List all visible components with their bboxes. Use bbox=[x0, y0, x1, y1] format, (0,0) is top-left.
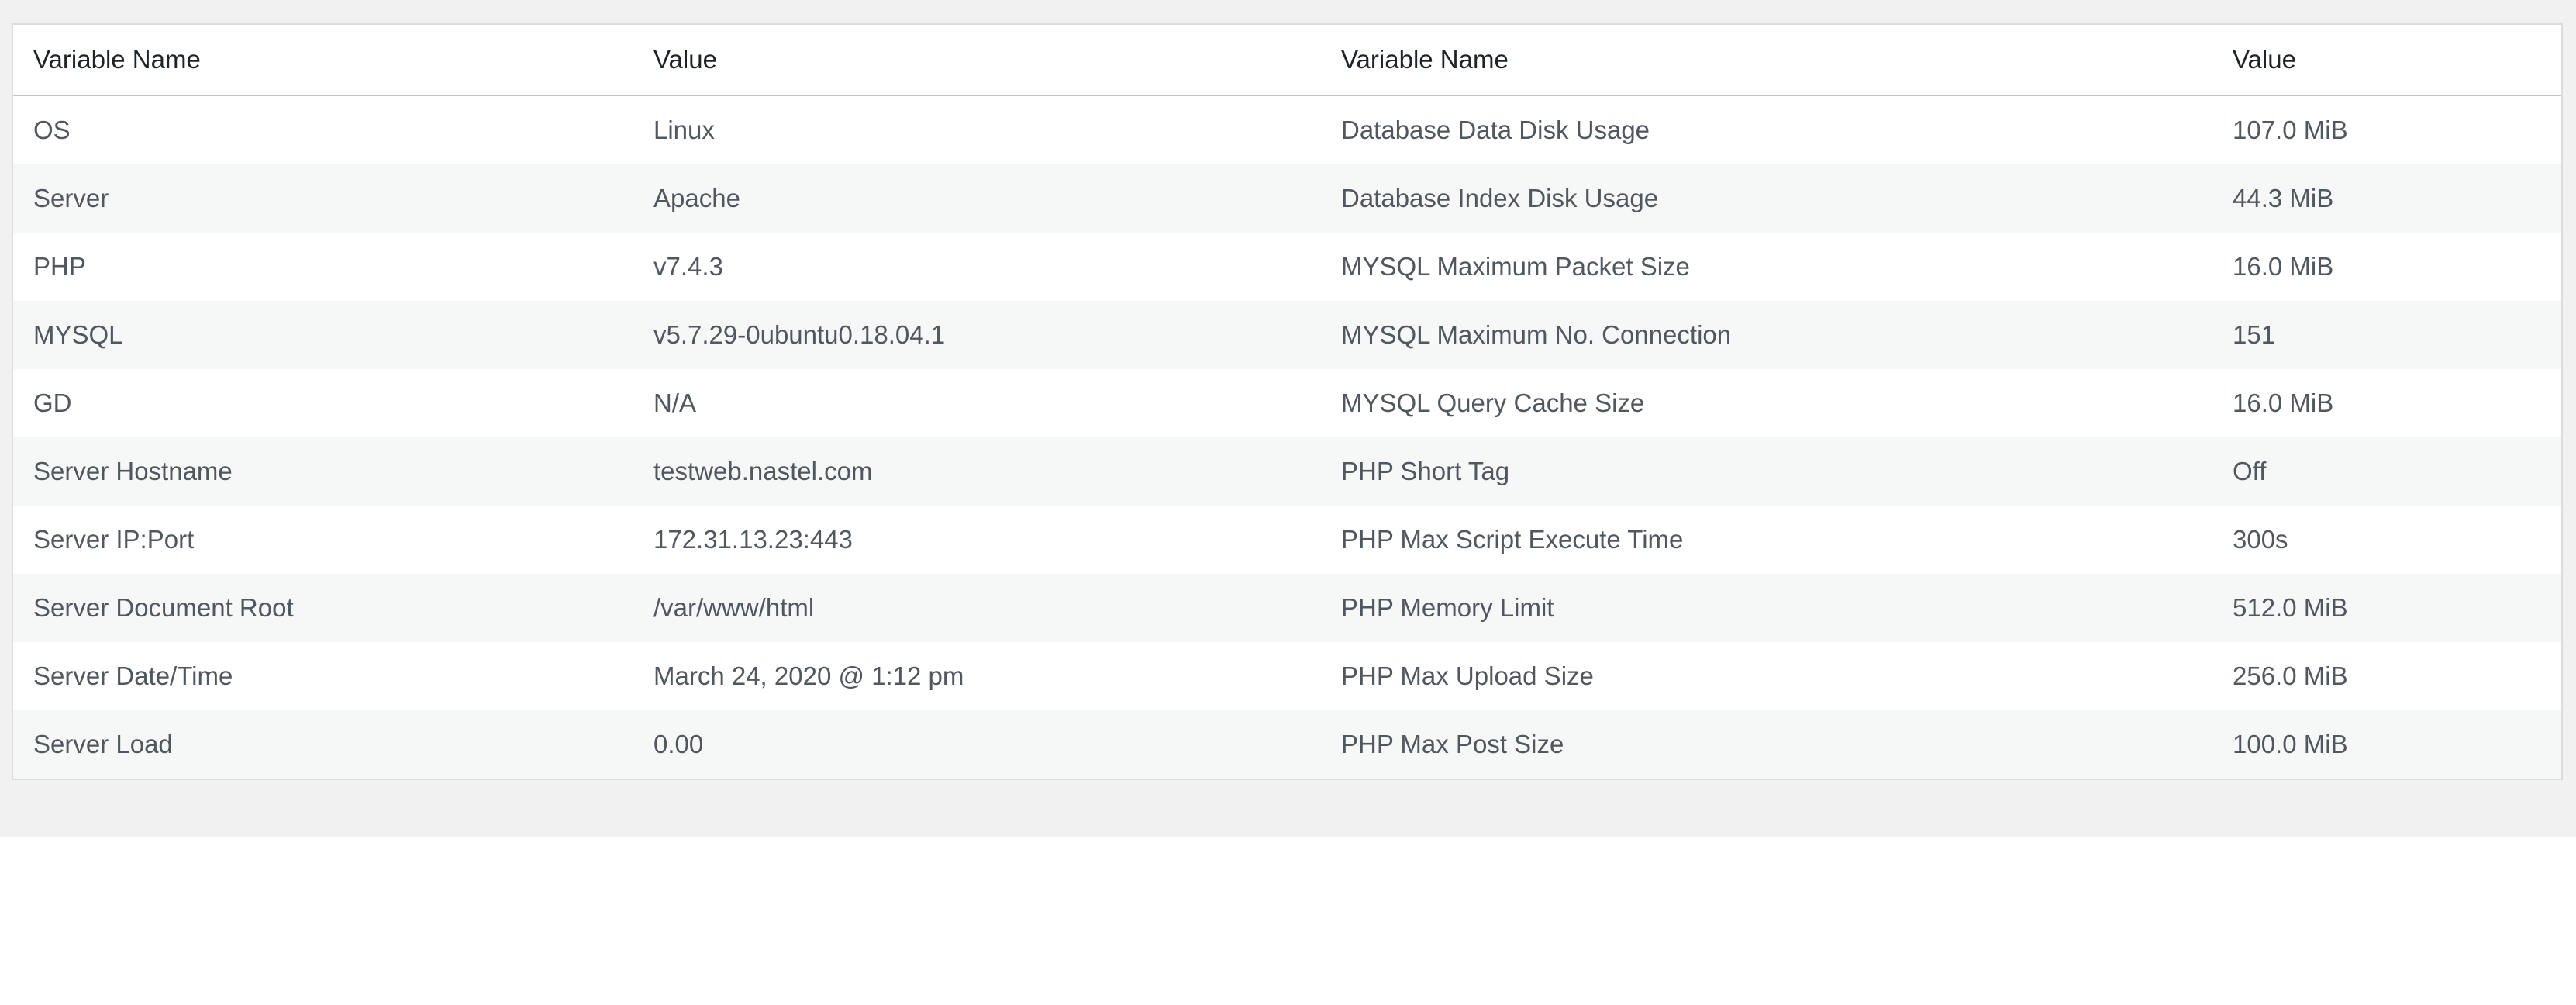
value-cell: 44.3 MiB bbox=[2212, 164, 2561, 233]
variable-name-cell: Server Date/Time bbox=[13, 642, 633, 710]
variable-name-cell: GD bbox=[13, 369, 633, 437]
table-row: PHP v7.4.3 MYSQL Maximum Packet Size 16.0 M… bbox=[13, 233, 2561, 301]
value-cell: 300s bbox=[2212, 506, 2561, 574]
table-row: Server Hostname testweb.nastel.com PHP Sho… bbox=[13, 437, 2561, 506]
column-header-value: Value bbox=[2212, 25, 2561, 96]
table-row: MYSQL v5.7.29-0ubuntu0.18.04.1 MYSQL Maxim… bbox=[13, 301, 2561, 369]
value-cell: 172.31.13.23:443 bbox=[633, 506, 1321, 574]
column-header-variable-name: Variable Name bbox=[1321, 25, 2212, 96]
table-header-row: Variable Name Value Variable Name Value bbox=[13, 25, 2561, 96]
variable-name-cell: PHP Max Script Execute Time bbox=[1321, 506, 2212, 574]
system-info-table-container: Variable Name Value Variable Name Value … bbox=[12, 23, 2563, 780]
value-cell: 0.00 bbox=[633, 710, 1321, 779]
variable-name-cell: Server Hostname bbox=[13, 437, 633, 506]
variable-name-cell: Database Index Disk Usage bbox=[1321, 164, 2212, 233]
column-header-variable-name: Variable Name bbox=[13, 25, 633, 96]
variable-name-cell: MYSQL Query Cache Size bbox=[1321, 369, 2212, 437]
column-header-value: Value bbox=[633, 25, 1321, 96]
variable-name-cell: PHP Max Post Size bbox=[1321, 710, 2212, 779]
value-cell: N/A bbox=[633, 369, 1321, 437]
variable-name-cell: MYSQL bbox=[13, 301, 633, 369]
variable-name-cell: PHP bbox=[13, 233, 633, 301]
value-cell: v5.7.29-0ubuntu0.18.04.1 bbox=[633, 301, 1321, 369]
variable-name-cell: PHP Short Tag bbox=[1321, 437, 2212, 506]
table-row: Server Load 0.00 PHP Max Post Size 100.0 Mi… bbox=[13, 710, 2561, 779]
table-row: Server Apache Database Index Disk Usage 44.… bbox=[13, 164, 2561, 233]
table-body: OS Linux Database Data Disk Usage 107.0 MiB… bbox=[13, 95, 2561, 779]
value-cell: 151 bbox=[2212, 301, 2561, 369]
variable-name-cell: MYSQL Maximum No. Connection bbox=[1321, 301, 2212, 369]
variable-name-cell: Server IP:Port bbox=[13, 506, 633, 574]
variable-name-cell: OS bbox=[13, 95, 633, 164]
value-cell: Apache bbox=[633, 164, 1321, 233]
variable-name-cell: PHP Max Upload Size bbox=[1321, 642, 2212, 710]
value-cell: 107.0 MiB bbox=[2212, 95, 2561, 164]
table-row: GD N/A MYSQL Query Cache Size 16.0 MiB bbox=[13, 369, 2561, 437]
value-cell: Off bbox=[2212, 437, 2561, 506]
value-cell: v7.4.3 bbox=[633, 233, 1321, 301]
variable-name-cell: MYSQL Maximum Packet Size bbox=[1321, 233, 2212, 301]
variable-name-cell: Database Data Disk Usage bbox=[1321, 95, 2212, 164]
value-cell: March 24, 2020 @ 1:12 pm bbox=[633, 642, 1321, 710]
variable-name-cell: Server Document Root bbox=[13, 574, 633, 642]
variable-name-cell: PHP Memory Limit bbox=[1321, 574, 2212, 642]
value-cell: testweb.nastel.com bbox=[633, 437, 1321, 506]
variable-name-cell: Server Load bbox=[13, 710, 633, 779]
value-cell: 100.0 MiB bbox=[2212, 710, 2561, 779]
value-cell: 16.0 MiB bbox=[2212, 369, 2561, 437]
table-row: Server IP:Port 172.31.13.23:443 PHP Max Sc… bbox=[13, 506, 2561, 574]
value-cell: 512.0 MiB bbox=[2212, 574, 2561, 642]
table-row: OS Linux Database Data Disk Usage 107.0 MiB bbox=[13, 95, 2561, 164]
table-row: Server Date/Time March 24, 2020 @ 1:12 pm… bbox=[13, 642, 2561, 710]
value-cell: /var/www/html bbox=[633, 574, 1321, 642]
table-row: Server Document Root/var/www/html PHP Mem… bbox=[13, 574, 2561, 642]
value-cell: 16.0 MiB bbox=[2212, 233, 2561, 301]
value-cell: Linux bbox=[633, 95, 1321, 164]
value-cell: 256.0 MiB bbox=[2212, 642, 2561, 710]
system-info-table: Variable Name Value Variable Name Value … bbox=[13, 25, 2561, 779]
variable-name-cell: Server bbox=[13, 164, 633, 233]
